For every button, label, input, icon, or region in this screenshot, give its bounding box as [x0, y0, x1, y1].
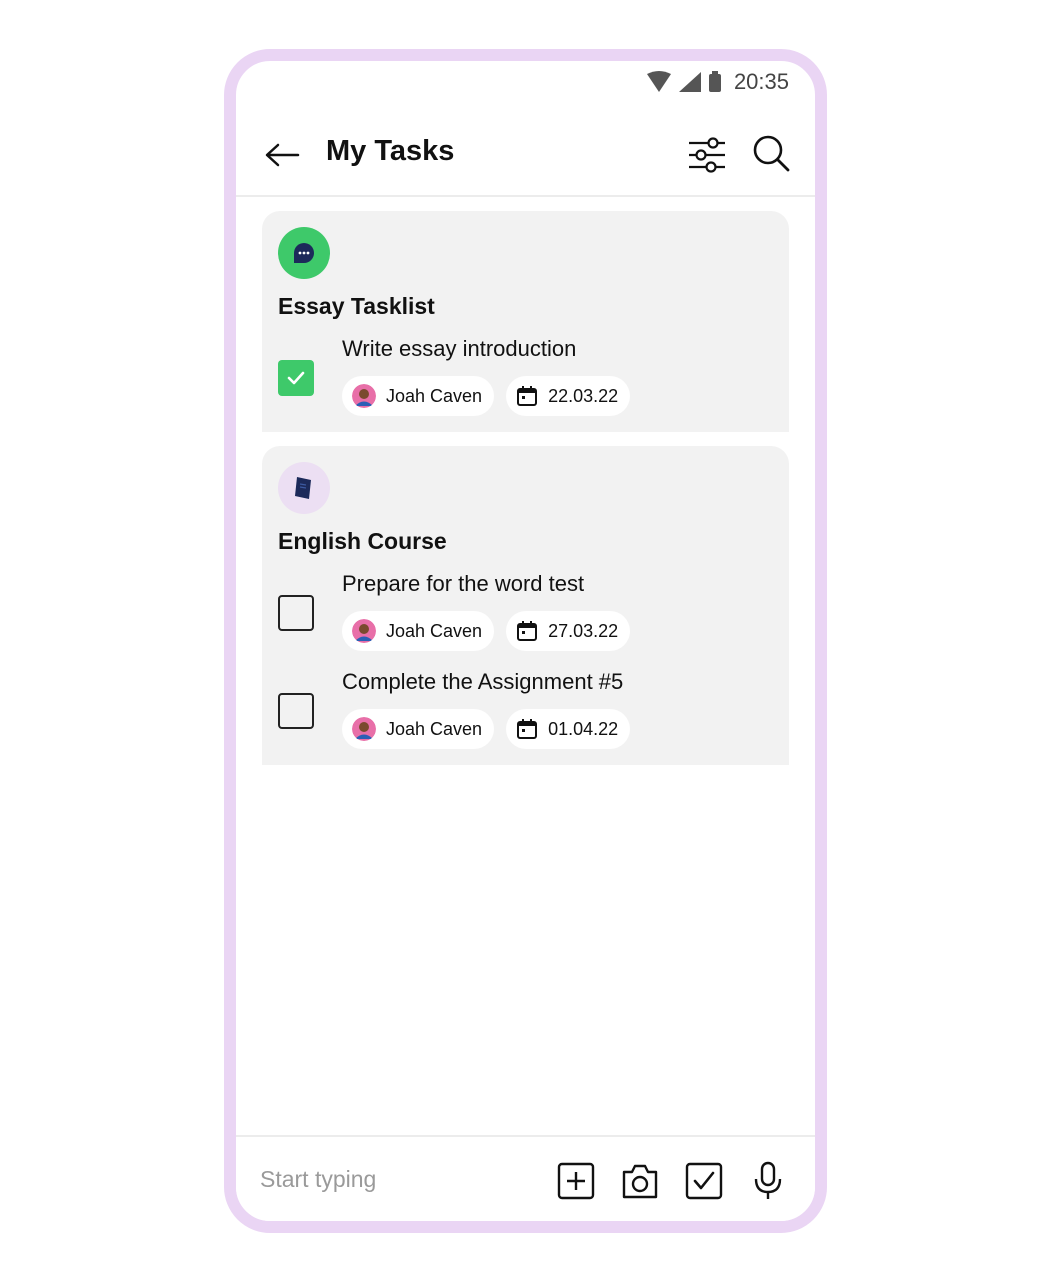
search-icon: [753, 135, 790, 172]
due-date: 22.03.22: [548, 385, 619, 406]
task-title: Write essay introduction: [342, 336, 577, 361]
list-title: Essay Tasklist: [278, 293, 435, 319]
sliders-icon: [689, 137, 725, 173]
microphone-button[interactable]: [748, 1161, 788, 1201]
arrow-left-icon: [265, 143, 300, 167]
task-item: Write essay introduction Joah Caven 22.0…: [278, 336, 773, 418]
due-date: 27.03.22: [548, 620, 619, 641]
task-lists: Essay Tasklist Write essay introduction …: [262, 211, 789, 779]
list-avatar: [278, 227, 330, 279]
assignee-name: Joah Caven: [386, 718, 483, 739]
list-title: English Course: [278, 528, 447, 554]
calendar-icon: [517, 719, 538, 739]
camera-icon: [622, 1164, 658, 1199]
due-date-chip[interactable]: 22.03.22: [506, 376, 631, 416]
task-checkbox[interactable]: [278, 595, 314, 631]
assignee-chip[interactable]: Joah Caven: [342, 376, 495, 416]
composer-bar: [236, 1135, 815, 1221]
app-bar: My Tasks: [236, 119, 815, 197]
assignee-name: Joah Caven: [386, 385, 483, 406]
battery-icon: [708, 71, 721, 92]
avatar: [352, 717, 376, 741]
tasklist-card[interactable]: Essay Tasklist Write essay introduction …: [262, 211, 789, 432]
chat-bubble-icon: [294, 243, 314, 263]
task-item: Complete the Assignment #5 Joah Caven 01…: [278, 669, 773, 751]
plus-square-icon: [557, 1162, 595, 1200]
task-checkbox[interactable]: [278, 360, 314, 396]
avatar: [352, 619, 376, 643]
status-bar: 20:35: [236, 61, 815, 119]
add-button[interactable]: [556, 1161, 596, 1201]
camera-button[interactable]: [620, 1161, 660, 1201]
page-title: My Tasks: [326, 135, 455, 167]
calendar-icon: [517, 621, 538, 641]
checkbox-icon: [685, 1162, 723, 1200]
task-title: Prepare for the word test: [342, 571, 585, 596]
book-icon: [295, 477, 311, 499]
search-button[interactable]: [751, 133, 791, 173]
check-icon: [287, 371, 305, 385]
task-title: Complete the Assignment #5: [342, 669, 624, 694]
task-item: Prepare for the word test Joah Caven 27.…: [278, 571, 773, 653]
avatar: [352, 384, 376, 408]
back-button[interactable]: [264, 137, 300, 173]
filter-button[interactable]: [687, 135, 727, 175]
signal-icon: [678, 72, 701, 92]
due-date: 01.04.22: [548, 718, 619, 739]
wifi-icon: [646, 71, 671, 92]
due-date-chip[interactable]: 01.04.22: [506, 709, 631, 749]
status-time: 20:35: [733, 69, 789, 94]
assignee-chip[interactable]: Joah Caven: [342, 709, 495, 749]
assignee-name: Joah Caven: [386, 620, 483, 641]
phone-frame: 20:35 My Tasks Essay Tasklist Write essa…: [224, 49, 827, 1233]
due-date-chip[interactable]: 27.03.22: [506, 611, 631, 651]
microphone-icon: [754, 1161, 782, 1199]
list-avatar: [278, 462, 330, 514]
composer-input[interactable]: [260, 1159, 540, 1199]
tasklist-card[interactable]: English Course Prepare for the word test…: [262, 446, 789, 765]
calendar-icon: [517, 386, 538, 406]
assignee-chip[interactable]: Joah Caven: [342, 611, 495, 651]
task-checkbox[interactable]: [278, 693, 314, 729]
checklist-button[interactable]: [684, 1161, 724, 1201]
